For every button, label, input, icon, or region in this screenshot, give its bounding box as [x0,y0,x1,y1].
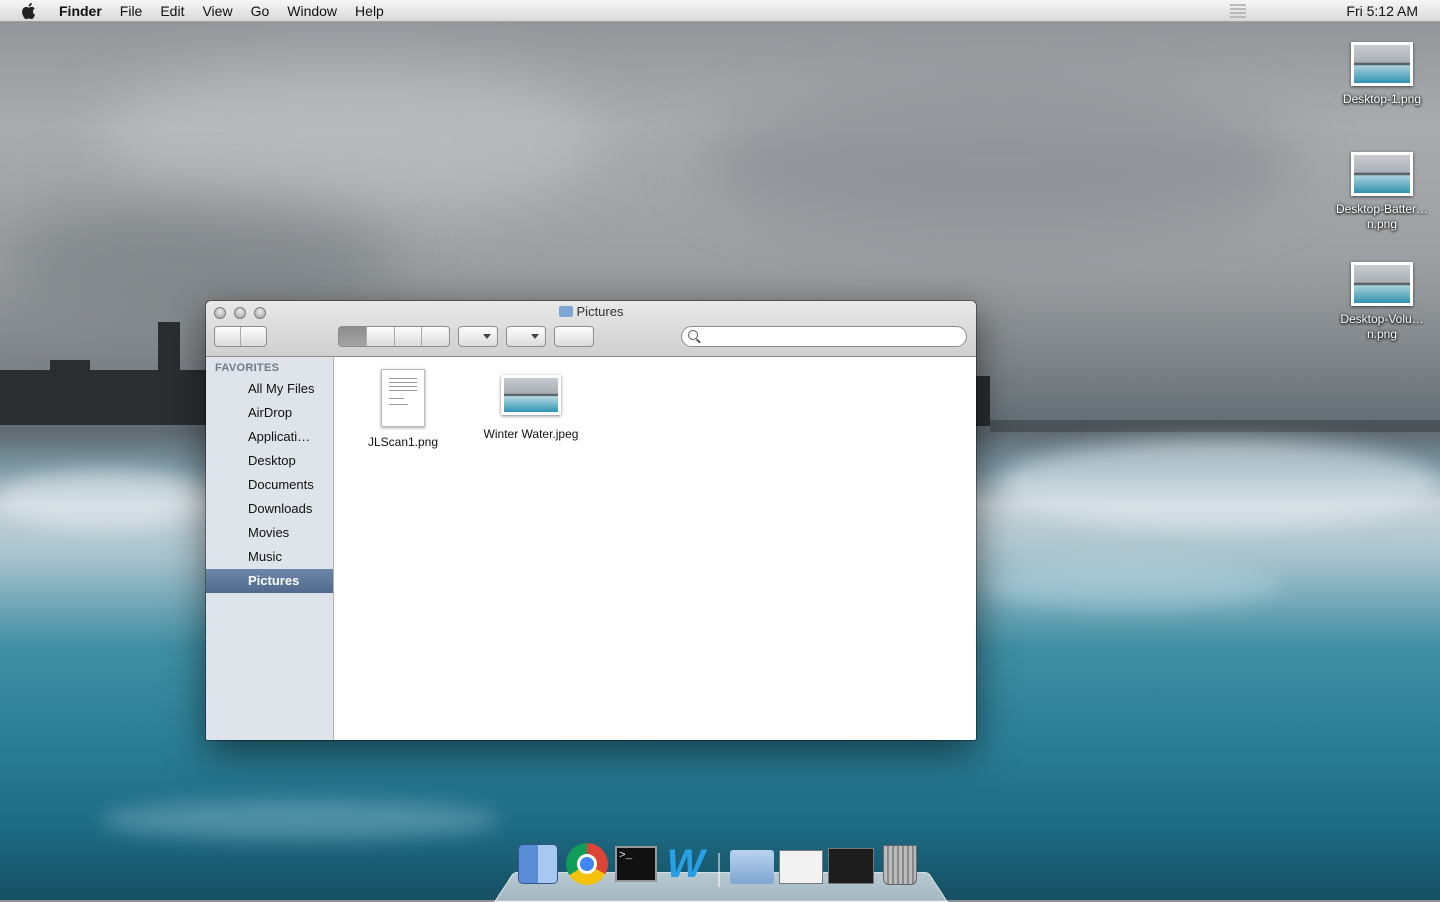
action-button[interactable] [506,326,546,347]
image-thumbnail-icon [1351,42,1413,86]
trash-icon [882,845,917,885]
desktop-icon-desktop-1[interactable]: Desktop-1.png [1334,42,1430,107]
desktop-icon-desktop-battery[interactable]: Desktop-Batter…n.png [1334,152,1430,232]
document-thumbnail-icon [381,369,425,427]
search-field [681,326,967,347]
sidebar-item-documents[interactable]: Documents [206,473,333,497]
sidebar-item-pictures[interactable]: Pictures [206,569,333,593]
search-icon [688,330,698,340]
sidebar-item-applications[interactable]: Applicati… [206,425,333,449]
menu-extra-icon[interactable] [1230,3,1247,18]
terminal-icon: >_ [615,846,657,882]
menu-file[interactable]: File [111,0,152,22]
column-view-button[interactable] [395,327,423,346]
file-area[interactable]: JLScan1.png Winter Water.jpeg [334,357,976,740]
browser-window-icon [779,850,823,884]
dock-terminal-window[interactable] [828,842,874,887]
dock-finder[interactable] [516,842,561,887]
menu-window[interactable]: Window [278,0,346,22]
menu-view[interactable]: View [193,0,241,22]
sidebar-item-airdrop[interactable]: AirDrop [206,401,333,425]
sidebar-item-music[interactable]: Music [206,545,333,569]
back-button[interactable] [215,327,241,346]
dock-w-app[interactable]: W [663,842,708,887]
menu-go[interactable]: Go [242,0,279,22]
image-thumbnail-icon [501,375,561,415]
list-view-button[interactable] [367,327,395,346]
file-name: JLScan1.png [367,435,439,449]
desktop-icon-label: Desktop-Batter…n.png [1335,202,1429,231]
menu-help[interactable]: Help [346,0,393,22]
dock-chrome[interactable] [565,842,610,887]
share-button[interactable] [554,326,594,347]
file-item-jlscan1[interactable]: JLScan1.png [348,369,458,449]
terminal-window-icon [828,848,874,884]
sidebar-item-desktop[interactable]: Desktop [206,449,333,473]
cover-flow-button[interactable] [422,327,449,346]
icon-view-button[interactable] [339,327,367,346]
file-item-winter-water[interactable]: Winter Water.jpeg [476,369,586,441]
chevron-down-icon [531,334,539,339]
folder-stack-icon [730,850,774,884]
desktop-icon-label: Desktop-1.png [1342,92,1422,106]
w-app-icon: W [666,842,705,886]
sidebar-item-movies[interactable]: Movies [206,521,333,545]
desktop-icon-label: Desktop-Volu…n.png [1340,312,1424,341]
window-titlebar[interactable]: Pictures [206,301,976,357]
menu-app-name[interactable]: Finder [50,0,111,22]
dock-separator [718,853,720,887]
chrome-icon [566,843,608,885]
folder-icon [558,306,573,317]
sidebar-item-downloads[interactable]: Downloads [206,497,333,521]
file-name: Winter Water.jpeg [483,427,579,441]
menu-edit[interactable]: Edit [151,0,193,22]
sidebar-item-all-my-files[interactable]: All My Files [206,377,333,401]
view-mode-buttons [338,326,450,347]
arrange-button[interactable] [458,326,498,347]
apple-icon[interactable] [20,2,36,20]
back-forward-buttons [214,326,267,347]
image-thumbnail-icon [1351,262,1413,306]
search-input[interactable] [702,328,961,346]
menu-clock[interactable]: Fri 5:12 AM [1346,3,1418,19]
dock: >_ W [516,842,922,887]
finder-icon [518,844,558,884]
dock-folder-stack[interactable] [730,842,775,887]
sidebar-heading: FAVORITES [215,362,280,374]
window-title: Pictures [206,304,976,320]
dock-trash[interactable] [877,842,922,887]
menu-bar: Finder File Edit View Go Window Help Fri… [0,0,1440,22]
dock-browser-window[interactable] [779,842,824,887]
forward-button[interactable] [241,327,266,346]
sidebar: FAVORITES All My Files AirDrop Applicati… [206,357,334,740]
finder-window: Pictures FAVORITES All My Files AirDrop … [206,301,976,740]
chevron-down-icon [483,334,491,339]
window-title-text: Pictures [576,304,624,319]
dock-terminal[interactable]: >_ [614,842,659,887]
image-thumbnail-icon [1351,152,1413,196]
desktop-icon-desktop-volume[interactable]: Desktop-Volu…n.png [1334,262,1430,342]
